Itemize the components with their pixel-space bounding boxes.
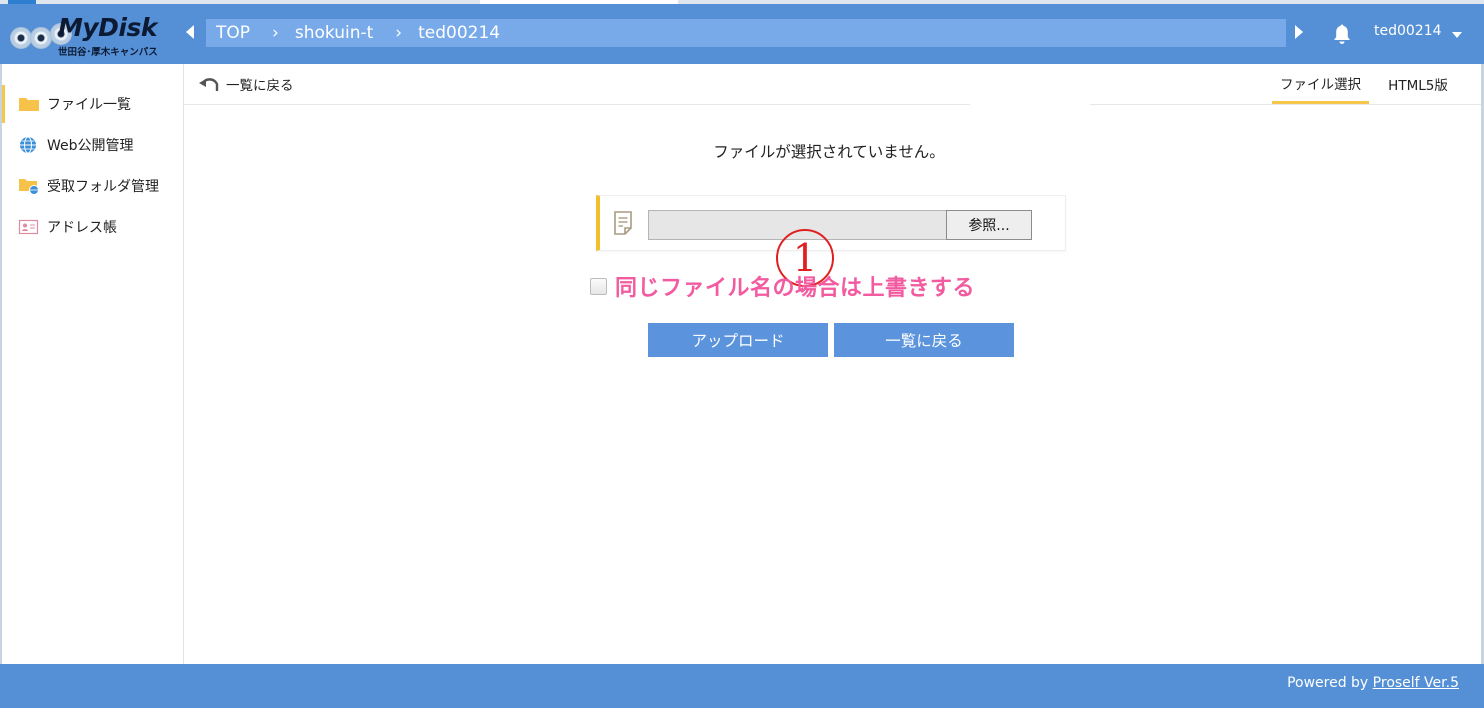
tab-html5[interactable]: HTML5版 [1378, 64, 1458, 104]
back-to-list-label: 一覧に戻る [226, 78, 294, 94]
folder-globe-icon [19, 179, 39, 195]
address-book-icon [18, 219, 39, 235]
back-to-list-button[interactable]: 一覧に戻る [834, 323, 1014, 357]
proself-link[interactable]: Proself Ver.5 [1373, 675, 1459, 691]
overwrite-option: 同じファイル名の場合は上書きする [590, 270, 975, 302]
no-file-selected-message: ファイルが選択されていません。 [713, 143, 945, 161]
browse-button[interactable]: 参照... [946, 210, 1032, 240]
disc-icon [30, 27, 52, 49]
sidebar-item-web-publish[interactable]: Web公開管理 [2, 126, 184, 164]
chevron-right-icon[interactable] [1295, 25, 1303, 39]
sidebar-item-label: アドレス帳 [47, 220, 117, 236]
breadcrumb-item-top[interactable]: TOP [216, 23, 250, 43]
logo-subtitle: 世田谷･厚木キャンパス [58, 47, 158, 58]
app-footer: Powered by Proself Ver.5 [0, 664, 1484, 708]
undo-arrow-icon [199, 78, 219, 91]
powered-by-prefix: Powered by [1287, 675, 1369, 691]
sidebar-item-address-book[interactable]: アドレス帳 [2, 208, 184, 246]
sidebar-item-label: Web公開管理 [47, 138, 134, 154]
disc-icon [10, 27, 32, 49]
document-icon [614, 211, 632, 235]
breadcrumb-separator: › [272, 23, 279, 43]
powered-by: Powered by Proself Ver.5 [1287, 675, 1459, 691]
breadcrumb-item-shokuin[interactable]: shokuin-t [295, 23, 373, 43]
sidebar-item-label: ファイル一覧 [47, 97, 131, 113]
tab-file-select[interactable]: ファイル選択 [1272, 64, 1369, 104]
sidebar-item-receive-folder[interactable]: 受取フォルダ管理 [2, 167, 184, 205]
overwrite-checkbox[interactable] [590, 277, 607, 295]
overwrite-label[interactable]: 同じファイル名の場合は上書きする [615, 270, 975, 302]
upload-button[interactable]: アップロード [648, 323, 828, 357]
globe-icon [20, 136, 36, 154]
user-menu[interactable]: ted00214 [1374, 23, 1442, 39]
file-select-box: 参照... [596, 195, 1066, 251]
sidebar-item-file-list[interactable]: ファイル一覧 [2, 85, 184, 123]
folder-icon [19, 98, 39, 111]
back-to-list-link[interactable]: 一覧に戻る [198, 74, 294, 94]
mydisk-logo[interactable]: MyDisk 世田谷･厚木キャンパス [10, 11, 176, 59]
sidebar-item-label: 受取フォルダ管理 [47, 179, 159, 195]
breadcrumb-separator: › [395, 23, 403, 43]
app-header: MyDisk 世田谷･厚木キャンパス TOP › shokuin-t › ted… [0, 4, 1484, 64]
breadcrumb-item-user[interactable]: ted00214 [418, 23, 500, 43]
content-toolbar: 一覧に戻る ファイル選択 HTML5版 [184, 64, 1484, 105]
chevron-left-icon[interactable] [186, 25, 194, 39]
logo-text: MyDisk [58, 13, 158, 42]
toolbar-gap [970, 103, 1090, 107]
breadcrumb: TOP › shokuin-t › ted00214 [206, 19, 1286, 47]
sidebar: ファイル一覧 Web公開管理 受取フォルダ管理 アドレス帳 [0, 64, 184, 664]
caret-down-icon[interactable] [1452, 32, 1462, 38]
bell-icon[interactable] [1332, 23, 1352, 45]
